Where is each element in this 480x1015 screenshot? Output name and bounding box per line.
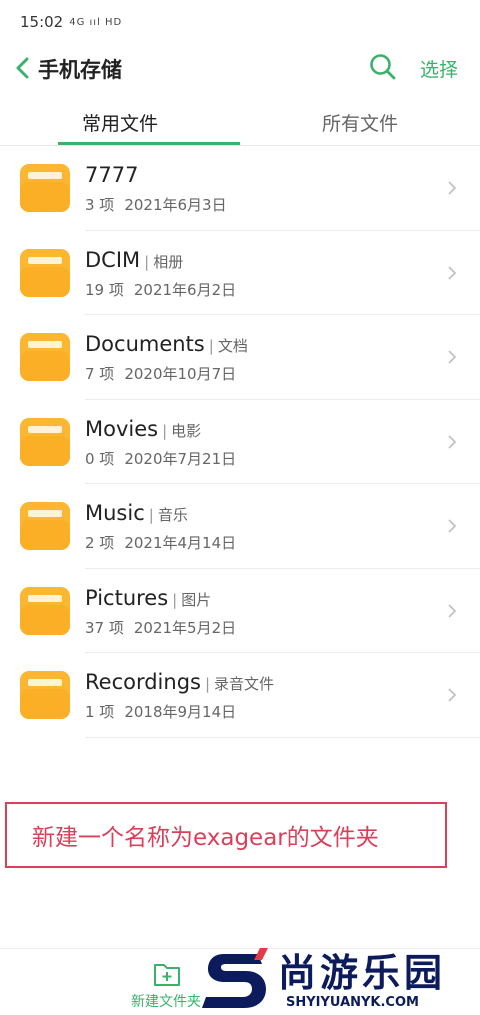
chevron-right-icon — [448, 519, 457, 533]
item-count: 3 项 — [85, 196, 115, 214]
instruction-annotation: 新建一个名称为exagear的文件夹 — [5, 802, 447, 868]
folder-name-text: Music — [85, 501, 145, 525]
separator: | — [144, 252, 150, 271]
separator: | — [148, 506, 154, 524]
chevron-right-icon — [448, 265, 457, 280]
item-count: 1 项 — [85, 703, 115, 721]
folder-name-text: Documents — [85, 332, 205, 356]
watermark-logo-icon — [202, 948, 268, 1008]
folder-icon — [20, 671, 70, 719]
folder-meta: 7 项 2020年10月7日 — [85, 363, 236, 384]
folder-alias: 图片 — [181, 590, 212, 609]
tab-common-files[interactable]: 常用文件 — [0, 100, 240, 145]
chevron-right-icon — [448, 603, 457, 618]
folder-alias: 录音文件 — [214, 675, 275, 693]
folder-meta: 37 项 2021年5月2日 — [85, 617, 236, 638]
folder-meta: 1 项 2018年9月14日 — [85, 701, 236, 722]
item-count: 19 项 — [85, 280, 124, 299]
folder-name: Music | 音乐 — [85, 501, 188, 525]
folder-alias: 文档 — [217, 337, 248, 355]
list-item[interactable]: DCIM | 相册 19 项 2021年6月2日 — [0, 231, 480, 316]
search-icon — [370, 54, 396, 80]
modified-date: 2020年7月21日 — [124, 449, 237, 468]
modified-date: 2018年9月14日 — [124, 703, 237, 721]
status-time: 15:02 — [20, 13, 64, 31]
folder-name-text: Recordings — [85, 670, 201, 694]
folder-name-text: DCIM — [85, 247, 141, 272]
tab-all-files[interactable]: 所有文件 — [240, 100, 480, 145]
folder-icon — [20, 417, 70, 466]
status-bar: 15:02 4G ııl HD — [0, 0, 480, 44]
folder-icon — [20, 502, 70, 550]
separator: | — [162, 421, 168, 440]
folder-name: Pictures | 图片 — [85, 586, 211, 610]
chevron-right-icon — [448, 181, 457, 195]
folder-meta: 2 项 2021年4月14日 — [85, 532, 236, 553]
folder-meta: 3 项 2021年6月3日 — [85, 194, 227, 215]
watermark-title: 尚游乐园 — [278, 951, 447, 995]
modified-date: 2021年6月2日 — [133, 280, 237, 299]
folder-icon — [20, 164, 70, 212]
folder-name-text: 7777 — [85, 163, 139, 187]
list-item[interactable]: Music | 音乐 2 项 2021年4月14日 — [0, 484, 480, 569]
folder-name: Recordings | 录音文件 — [85, 670, 274, 694]
watermark-url: SHYIYUANYK.COM — [286, 995, 419, 1010]
folder-name-text: Movies — [85, 416, 159, 441]
folder-meta: 0 项 2020年7月21日 — [85, 448, 236, 469]
separator: | — [208, 337, 214, 355]
item-count: 0 项 — [85, 449, 115, 468]
chevron-left-icon — [16, 57, 29, 79]
folder-alias: 电影 — [171, 421, 202, 440]
folder-name: 7777 — [85, 163, 138, 187]
select-button[interactable]: 选择 — [420, 55, 458, 82]
folder-list: 7777 3 项 2021年6月3日 DCIM | 相册 19 项 2021年6月2日 … — [0, 146, 480, 738]
modified-date: 2021年4月14日 — [124, 534, 237, 552]
modified-date: 2020年10月7日 — [124, 365, 237, 383]
new-folder-label: 新建文件夹 — [131, 994, 201, 1010]
folder-name: DCIM | 相册 — [85, 248, 183, 272]
folder-alias: 相册 — [153, 252, 184, 271]
folder-name: Movies | 电影 — [85, 417, 201, 441]
watermark: 尚游乐园 SHYIYUANYK.COM — [200, 940, 480, 1015]
new-folder-icon — [154, 964, 180, 986]
search-button[interactable] — [368, 52, 398, 82]
folder-icon — [20, 248, 70, 297]
chevron-right-icon — [448, 350, 457, 364]
modified-date: 2021年6月3日 — [124, 196, 227, 214]
folder-alias: 音乐 — [157, 506, 188, 524]
folder-name: Documents | 文档 — [85, 332, 248, 356]
chevron-right-icon — [448, 688, 457, 702]
chevron-right-icon — [448, 434, 457, 449]
list-item[interactable]: Documents | 文档 7 项 2020年10月7日 — [0, 315, 480, 400]
folder-name-text: Pictures — [85, 585, 169, 610]
tab-bar: 常用文件 所有文件 — [0, 100, 480, 146]
modified-date: 2021年5月2日 — [133, 618, 237, 637]
back-button[interactable] — [12, 54, 38, 82]
item-count: 37 项 — [85, 618, 124, 637]
folder-icon — [20, 333, 70, 381]
item-count: 7 项 — [85, 365, 115, 383]
folder-meta: 19 项 2021年6月2日 — [85, 279, 236, 300]
separator: | — [204, 675, 211, 693]
folder-icon — [20, 586, 70, 635]
item-count: 2 项 — [85, 534, 115, 552]
list-item[interactable]: Movies | 电影 0 项 2020年7月21日 — [0, 400, 480, 485]
page-title: 手机存储 — [38, 58, 122, 82]
separator: | — [172, 590, 178, 609]
active-tab-indicator — [58, 142, 240, 145]
list-item[interactable]: Recordings | 录音文件 1 项 2018年9月14日 — [0, 653, 480, 738]
header: 手机存储 选择 — [0, 44, 480, 92]
signal-indicator: 4G ııl HD — [69, 16, 123, 28]
list-item[interactable]: 7777 3 项 2021年6月3日 — [0, 146, 480, 231]
list-item[interactable]: Pictures | 图片 37 项 2021年5月2日 — [0, 569, 480, 654]
